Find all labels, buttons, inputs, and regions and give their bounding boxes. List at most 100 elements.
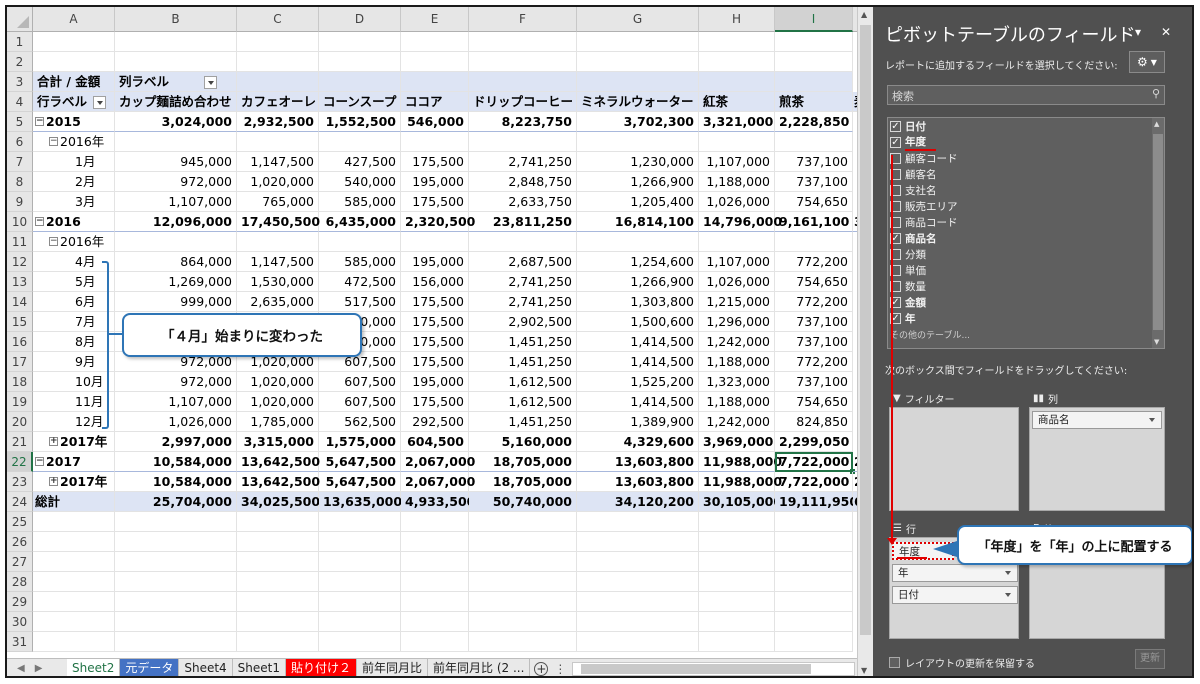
- expand-icon[interactable]: +: [49, 437, 58, 446]
- value-cell[interactable]: 945,000: [115, 152, 237, 172]
- update-button[interactable]: 更新: [1135, 649, 1165, 669]
- row-field-chip-1[interactable]: 年: [892, 564, 1018, 582]
- value-cell[interactable]: 1,552,500: [319, 112, 401, 132]
- cell[interactable]: [33, 532, 115, 552]
- value-cell[interactable]: 765,000: [237, 192, 319, 212]
- sheet-tab[interactable]: 前年同月比: [357, 658, 429, 676]
- cell[interactable]: [401, 632, 469, 652]
- cell[interactable]: [577, 612, 699, 632]
- value-cell[interactable]: [401, 132, 469, 152]
- pivot-column-label[interactable]: [577, 72, 699, 92]
- cell[interactable]: [401, 32, 469, 52]
- cell[interactable]: [319, 32, 401, 52]
- column-header-A[interactable]: A: [33, 7, 115, 32]
- value-cell[interactable]: 1,612,500: [469, 392, 577, 412]
- value-cell[interactable]: 13,642,500: [237, 452, 320, 472]
- sheet-tab[interactable]: 元データ: [120, 658, 180, 676]
- row-header[interactable]: 30: [7, 612, 33, 632]
- value-cell[interactable]: 1,254,600: [577, 252, 699, 272]
- row-header[interactable]: 1: [7, 32, 33, 52]
- cell[interactable]: [319, 632, 401, 652]
- row-label[interactable]: 3月: [33, 192, 115, 212]
- value-cell[interactable]: [115, 132, 237, 152]
- cell[interactable]: [577, 532, 699, 552]
- row-header[interactable]: 16: [7, 332, 33, 352]
- value-cell[interactable]: 607,500: [319, 372, 401, 392]
- horizontal-scroll-thumb[interactable]: [581, 663, 812, 674]
- column-header-D[interactable]: D: [319, 7, 401, 32]
- value-cell[interactable]: 10,584,000: [115, 472, 237, 492]
- cell[interactable]: [699, 592, 775, 612]
- value-cell[interactable]: 2,228,850: [775, 112, 853, 132]
- value-cell[interactable]: 1,230,000: [577, 152, 699, 172]
- cell[interactable]: [33, 612, 115, 632]
- cell[interactable]: [577, 32, 699, 52]
- value-cell[interactable]: 1,242,000: [699, 332, 775, 352]
- sheet-tab[interactable]: 前年同月比 (2 ...: [428, 658, 531, 676]
- row-header[interactable]: 13: [7, 272, 33, 292]
- value-cell[interactable]: 3,702,300: [577, 112, 699, 132]
- cell[interactable]: [469, 32, 577, 52]
- filter-dropdown-icon[interactable]: [93, 96, 107, 109]
- cell[interactable]: [775, 552, 853, 572]
- cell[interactable]: [469, 572, 577, 592]
- horizontal-scrollbar[interactable]: [572, 661, 855, 676]
- value-cell[interactable]: 1,525,200: [577, 372, 699, 392]
- value-cell[interactable]: [469, 232, 577, 252]
- row-header[interactable]: 11: [7, 232, 33, 252]
- row-header[interactable]: 9: [7, 192, 33, 212]
- vertical-scroll-thumb[interactable]: [860, 25, 871, 635]
- cell[interactable]: [319, 552, 401, 572]
- cell[interactable]: [775, 592, 853, 612]
- value-cell[interactable]: 772,200: [775, 292, 853, 312]
- value-cell[interactable]: 1,414,500: [577, 352, 699, 372]
- collapse-icon[interactable]: −: [49, 237, 58, 246]
- value-cell[interactable]: 1,107,000: [699, 252, 775, 272]
- cell[interactable]: [237, 32, 319, 52]
- row-header[interactable]: 15: [7, 312, 33, 332]
- cell[interactable]: [775, 632, 853, 652]
- cell[interactable]: [33, 32, 115, 52]
- pivot-column-label[interactable]: 列ラベル: [115, 72, 237, 92]
- value-cell[interactable]: 427,500: [319, 152, 401, 172]
- cell[interactable]: [469, 612, 577, 632]
- cell[interactable]: [469, 632, 577, 652]
- cell[interactable]: [319, 592, 401, 612]
- value-cell[interactable]: 9,161,100: [775, 212, 853, 232]
- value-cell[interactable]: 2,067,000: [401, 472, 475, 492]
- row-header[interactable]: 27: [7, 552, 33, 572]
- row-header[interactable]: 21: [7, 432, 33, 452]
- value-cell[interactable]: 156,000: [401, 272, 469, 292]
- field-item[interactable]: ✓ 日付: [888, 118, 1164, 134]
- value-cell[interactable]: 1,026,000: [699, 192, 775, 212]
- value-cell[interactable]: 175,500: [401, 152, 469, 172]
- pane-options-icon[interactable]: ▾: [1135, 25, 1141, 39]
- value-cell[interactable]: 2,299,050: [775, 432, 853, 452]
- value-cell[interactable]: 1,530,000: [237, 272, 319, 292]
- value-cell[interactable]: 18,705,000: [469, 472, 577, 492]
- scroll-up-icon[interactable]: ▲: [861, 10, 867, 19]
- value-cell[interactable]: 14,796,000: [699, 212, 782, 232]
- pivot-column-label[interactable]: カフェオーレ: [237, 92, 319, 112]
- cell[interactable]: [401, 552, 469, 572]
- cell[interactable]: [115, 592, 237, 612]
- value-cell[interactable]: 17,450,500: [237, 212, 320, 232]
- cell[interactable]: [115, 612, 237, 632]
- value-cell[interactable]: [319, 132, 401, 152]
- pivot-column-label[interactable]: [469, 72, 577, 92]
- row-header[interactable]: 19: [7, 392, 33, 412]
- field-list-scroll-thumb[interactable]: [1153, 134, 1163, 330]
- row-header[interactable]: 28: [7, 572, 33, 592]
- value-cell[interactable]: 737,100: [775, 172, 853, 192]
- cell[interactable]: [469, 552, 577, 572]
- pivot-column-label[interactable]: [319, 72, 401, 92]
- cell[interactable]: [33, 512, 115, 532]
- cell[interactable]: [319, 572, 401, 592]
- row-header[interactable]: 5: [7, 112, 33, 132]
- scroll-down-icon[interactable]: ▼: [861, 666, 867, 675]
- value-cell[interactable]: 13,642,500: [237, 472, 320, 492]
- tab-next-icon[interactable]: ▶: [35, 663, 43, 674]
- value-cell[interactable]: 585,000: [319, 252, 401, 272]
- value-cell[interactable]: 18,705,000: [469, 452, 577, 472]
- value-cell[interactable]: [237, 132, 319, 152]
